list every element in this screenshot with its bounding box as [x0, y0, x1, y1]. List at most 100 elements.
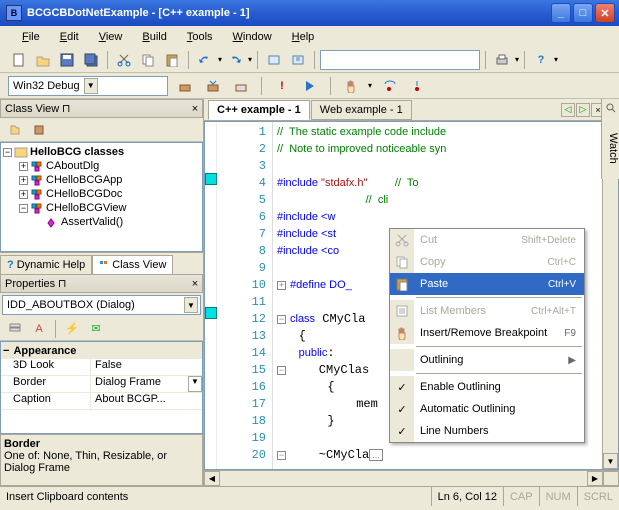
alpha-button[interactable]: A: [28, 318, 50, 340]
status-position: Ln 6, Col 12: [432, 487, 504, 506]
property-description: Border One of: None, Thin, Resizable, or…: [0, 434, 203, 486]
check-icon: ✓: [390, 376, 414, 398]
ctx-breakpoint[interactable]: Insert/Remove BreakpointF9: [390, 322, 584, 344]
props-object-combo[interactable]: IDD_ABOUTBOX (Dialog) ▼: [2, 295, 201, 315]
scroll-left-icon[interactable]: ◀: [204, 471, 220, 486]
messages-button[interactable]: ✉: [85, 318, 107, 340]
tab-prev-button[interactable]: ◁: [561, 103, 575, 117]
ctx-copy[interactable]: CopyCtrl+C: [390, 251, 584, 273]
menubar: File Edit View Build Tools Window Help: [0, 26, 619, 47]
menu-build[interactable]: Build: [134, 29, 174, 45]
check-icon: ✓: [390, 398, 414, 420]
nav-button-1[interactable]: [263, 49, 285, 71]
cut-button[interactable]: [113, 49, 135, 71]
paste-icon: [390, 273, 414, 295]
break-button[interactable]: !: [271, 75, 293, 97]
line-numbers: 1234567891011121314151617181920: [217, 122, 273, 469]
statusbar: Insert Clipboard contents Ln 6, Col 12 C…: [0, 486, 619, 506]
copy-icon: [390, 251, 414, 273]
new-button[interactable]: [8, 49, 30, 71]
pin-icon[interactable]: ⊓: [55, 277, 69, 290]
categorized-button[interactable]: [4, 318, 26, 340]
redo-button[interactable]: [224, 49, 246, 71]
config-combo[interactable]: Win32 Debug ▼: [8, 76, 168, 96]
cut-icon: [390, 229, 414, 251]
titlebar: B BCGCBDotNetExample - [C++ example - 1]…: [0, 0, 619, 26]
classview-toolbar: [0, 118, 203, 142]
ctx-paste[interactable]: PasteCtrl+V: [390, 273, 584, 295]
class-tree[interactable]: −HelloBCG classes +CAboutDlg +CHelloBCGA…: [0, 142, 203, 252]
menu-edit[interactable]: Edit: [52, 29, 87, 45]
stepin-button[interactable]: [406, 75, 428, 97]
status-scrl: SCRL: [578, 487, 619, 506]
save-button[interactable]: [56, 49, 78, 71]
tab-class-view[interactable]: Class View: [92, 255, 173, 274]
pane-close-icon[interactable]: ×: [188, 278, 202, 290]
status-caps: CAP: [504, 487, 540, 506]
cv-btn-2[interactable]: [28, 119, 50, 141]
app-icon: B: [6, 5, 22, 21]
ctx-line-numbers[interactable]: ✓Line Numbers: [390, 420, 584, 442]
horizontal-scrollbar[interactable]: ◀ ▶: [204, 470, 619, 486]
classview-header: Class View ⊓ ×: [0, 99, 203, 118]
events-button[interactable]: ⚡: [61, 318, 83, 340]
watch-tab[interactable]: Watch: [601, 99, 619, 179]
maximize-button[interactable]: □: [573, 3, 593, 23]
go-button[interactable]: [299, 75, 321, 97]
window-title: BCGCBDotNetExample - [C++ example - 1]: [27, 7, 551, 19]
find-input[interactable]: [320, 50, 480, 70]
property-grid[interactable]: −Appearance 3D LookFalse BorderDialog Fr…: [0, 341, 203, 434]
pin-icon[interactable]: ⊓: [59, 102, 73, 115]
ctx-list-members[interactable]: List MembersCtrl+Alt+T: [390, 300, 584, 322]
pane-close-icon[interactable]: ×: [188, 103, 202, 115]
scroll-down-icon[interactable]: ▼: [603, 453, 618, 469]
copy-button[interactable]: [137, 49, 159, 71]
stepover-button[interactable]: [378, 75, 400, 97]
paste-button[interactable]: [161, 49, 183, 71]
close-button[interactable]: ✕: [595, 3, 615, 23]
toolbar-main: ▾ ▾ ▾ ? ▾: [0, 47, 619, 73]
help-icon[interactable]: ?: [530, 49, 552, 71]
hand-button[interactable]: [340, 75, 362, 97]
menu-tools[interactable]: Tools: [179, 29, 221, 45]
cv-btn-1[interactable]: [4, 119, 26, 141]
scroll-right-icon[interactable]: ▶: [587, 471, 603, 486]
tab-dynamic-help[interactable]: ?Dynamic Help: [0, 255, 92, 274]
tab-web-example[interactable]: Web example - 1: [311, 100, 412, 120]
build-button[interactable]: [174, 75, 196, 97]
properties-header: Properties ⊓ ×: [0, 274, 203, 293]
props-toolbar: A ⚡ ✉: [0, 317, 203, 341]
build2-button[interactable]: [202, 75, 224, 97]
status-message: Insert Clipboard contents: [0, 487, 432, 506]
undo-button[interactable]: [194, 49, 216, 71]
print-button[interactable]: [491, 49, 513, 71]
context-menu: CutShift+Delete CopyCtrl+C PasteCtrl+V L…: [389, 228, 585, 443]
menu-view[interactable]: View: [91, 29, 131, 45]
chevron-down-icon: ▼: [184, 297, 198, 313]
menu-window[interactable]: Window: [225, 29, 280, 45]
document-tabs: C++ example - 1 Web example - 1 ◁ ▷ ×: [204, 99, 619, 121]
classview-title: Class View: [5, 103, 59, 115]
ctx-auto-outlining[interactable]: ✓Automatic Outlining: [390, 398, 584, 420]
open-button[interactable]: [32, 49, 54, 71]
menu-file[interactable]: File: [14, 29, 48, 45]
properties-title: Properties: [5, 278, 55, 290]
hand-icon: [390, 322, 414, 344]
nav-button-2[interactable]: [287, 49, 309, 71]
ctx-outlining[interactable]: Outlining▶: [390, 349, 584, 371]
marker-margin[interactable]: [205, 122, 217, 469]
toolbar-debug: Win32 Debug ▼ ! ▾: [0, 73, 619, 99]
tab-cpp-example[interactable]: C++ example - 1: [208, 100, 310, 120]
tab-next-button[interactable]: ▷: [576, 103, 590, 117]
minimize-button[interactable]: _: [551, 3, 571, 23]
ctx-cut[interactable]: CutShift+Delete: [390, 229, 584, 251]
menu-help[interactable]: Help: [284, 29, 323, 45]
check-icon: ✓: [390, 420, 414, 442]
stop-build-button[interactable]: [230, 75, 252, 97]
list-icon: [390, 300, 414, 322]
saveall-button[interactable]: [80, 49, 102, 71]
ctx-enable-outlining[interactable]: ✓Enable Outlining: [390, 376, 584, 398]
status-num: NUM: [540, 487, 578, 506]
chevron-down-icon: ▼: [84, 78, 98, 94]
config-combo-text: Win32 Debug: [13, 80, 80, 92]
